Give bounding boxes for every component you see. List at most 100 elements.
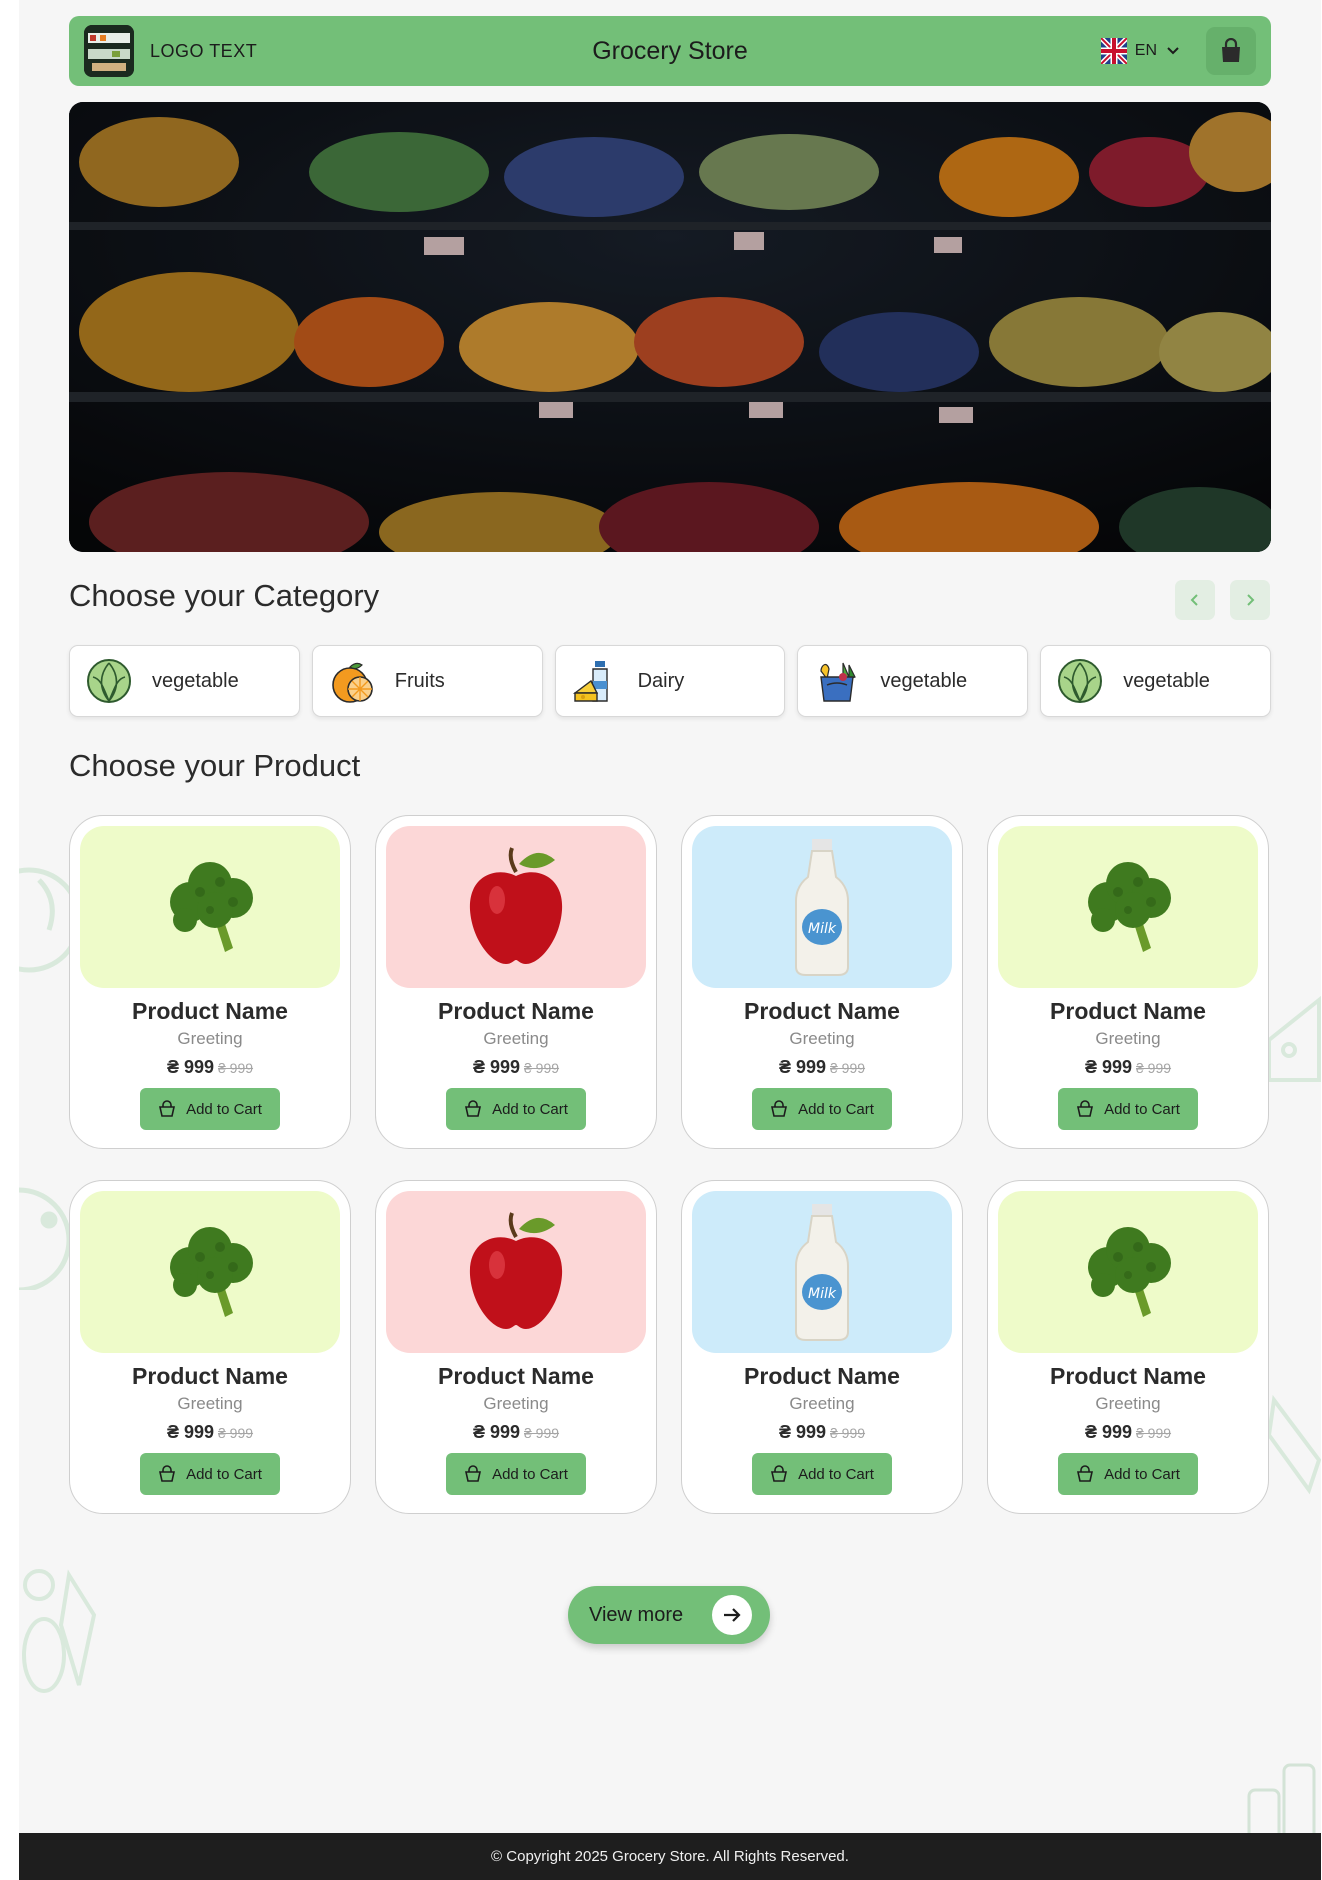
shopping-basket-icon bbox=[771, 1100, 788, 1117]
category-next-button[interactable] bbox=[1230, 580, 1270, 620]
add-to-cart-label: Add to Cart bbox=[798, 1465, 874, 1483]
current-price: ₴ 999 bbox=[472, 1057, 520, 1077]
add-to-cart-button[interactable]: Add to Cart bbox=[140, 1453, 280, 1495]
product-name: Product Name bbox=[132, 998, 288, 1024]
product-subtitle: Greeting bbox=[1095, 1394, 1161, 1413]
category-list: vegetable Fruits Dairy vegetable vegetab… bbox=[69, 645, 1271, 717]
product-name: Product Name bbox=[1050, 1363, 1206, 1389]
category-card-dairy[interactable]: Dairy bbox=[554, 645, 786, 717]
product-grid: Product Name Greeting ₴ 999 ₴ 999 Add to … bbox=[69, 815, 1273, 1514]
product-subtitle: Greeting bbox=[789, 1029, 855, 1048]
broccoli-image[interactable] bbox=[80, 1191, 340, 1353]
copyright-text: © Copyright 2025 Grocery Store. All Righ… bbox=[491, 1848, 849, 1865]
current-price: ₴ 999 bbox=[778, 1422, 826, 1442]
top-navigation-bar: LOGO TEXT Grocery Store EN bbox=[69, 16, 1271, 86]
uk-flag-icon bbox=[1100, 38, 1127, 64]
chevron-right-icon bbox=[1247, 594, 1255, 606]
current-price: ₴ 999 bbox=[166, 1057, 214, 1077]
product-card[interactable]: Product Name Greeting ₴ 999 ₴ 999 Add to … bbox=[987, 815, 1269, 1149]
product-name: Product Name bbox=[438, 1363, 594, 1389]
old-price: ₴ 999 bbox=[830, 1425, 866, 1441]
shopping-basket-icon bbox=[465, 1100, 482, 1117]
category-card-vegetable[interactable]: vegetable bbox=[69, 645, 300, 717]
shopping-basket-icon bbox=[159, 1465, 176, 1482]
product-price: ₴ 999 ₴ 999 bbox=[998, 1057, 1258, 1078]
product-card[interactable]: Product Name Greeting ₴ 999 ₴ 999 Add to … bbox=[69, 815, 351, 1149]
product-name: Product Name bbox=[438, 998, 594, 1024]
old-price: ₴ 999 bbox=[1136, 1425, 1172, 1441]
shopping-basket-icon bbox=[159, 1100, 176, 1117]
footer: © Copyright 2025 Grocery Store. All Righ… bbox=[19, 1833, 1321, 1880]
current-price: ₴ 999 bbox=[472, 1422, 520, 1442]
product-name: Product Name bbox=[744, 1363, 900, 1389]
category-prev-button[interactable] bbox=[1175, 580, 1215, 620]
broccoli-image[interactable] bbox=[80, 826, 340, 988]
current-price: ₴ 999 bbox=[1084, 1057, 1132, 1077]
product-price: ₴ 999 ₴ 999 bbox=[692, 1057, 952, 1078]
category-card-fruits[interactable]: Fruits bbox=[311, 645, 543, 717]
category-card-vegetable[interactable]: vegetable bbox=[797, 645, 1029, 717]
shopping-basket-icon bbox=[1077, 1465, 1094, 1482]
add-to-cart-label: Add to Cart bbox=[492, 1100, 568, 1118]
broccoli-image[interactable] bbox=[998, 826, 1258, 988]
category-card-vegetable[interactable]: vegetable bbox=[1040, 645, 1271, 717]
add-to-cart-button[interactable]: Add to Cart bbox=[1058, 1453, 1198, 1495]
product-subtitle: Greeting bbox=[483, 1394, 549, 1413]
add-to-cart-button[interactable]: Add to Cart bbox=[752, 1088, 892, 1130]
logo-text: LOGO TEXT bbox=[150, 40, 258, 61]
logo-image[interactable] bbox=[84, 25, 134, 77]
old-price: ₴ 999 bbox=[218, 1425, 254, 1441]
add-to-cart-button[interactable]: Add to Cart bbox=[446, 1088, 586, 1130]
orange-icon bbox=[327, 656, 377, 706]
add-to-cart-button[interactable]: Add to Cart bbox=[446, 1453, 586, 1495]
product-subtitle: Greeting bbox=[177, 1394, 243, 1413]
product-name: Product Name bbox=[1050, 998, 1206, 1024]
language-selector[interactable]: EN bbox=[1100, 38, 1181, 64]
milk-bottle-image[interactable]: Milk bbox=[692, 826, 952, 988]
cart-button[interactable] bbox=[1206, 27, 1256, 75]
milk-bottle-image[interactable]: Milk bbox=[692, 1191, 952, 1353]
category-section-title: Choose your Category bbox=[69, 578, 380, 613]
add-to-cart-label: Add to Cart bbox=[1104, 1100, 1180, 1118]
add-to-cart-button[interactable]: Add to Cart bbox=[140, 1088, 280, 1130]
product-subtitle: Greeting bbox=[177, 1029, 243, 1048]
carrot-doodle-decoration bbox=[1269, 1394, 1321, 1495]
add-to-cart-label: Add to Cart bbox=[1104, 1465, 1180, 1483]
product-name: Product Name bbox=[132, 1363, 288, 1389]
current-price: ₴ 999 bbox=[166, 1422, 214, 1442]
category-label: vegetable bbox=[152, 669, 239, 692]
apple-image[interactable] bbox=[386, 1191, 646, 1353]
view-more-label: View more bbox=[589, 1603, 684, 1626]
old-price: ₴ 999 bbox=[218, 1060, 254, 1076]
product-price: ₴ 999 ₴ 999 bbox=[80, 1422, 340, 1443]
add-to-cart-label: Add to Cart bbox=[798, 1100, 874, 1118]
product-price: ₴ 999 ₴ 999 bbox=[998, 1422, 1258, 1443]
add-to-cart-button[interactable]: Add to Cart bbox=[1058, 1088, 1198, 1130]
product-card[interactable]: Milk Product Name Greeting ₴ 999 ₴ 999 Ad… bbox=[681, 1180, 963, 1514]
product-price: ₴ 999 ₴ 999 bbox=[386, 1057, 646, 1078]
apple-image[interactable] bbox=[386, 826, 646, 988]
view-more-button[interactable]: View more bbox=[568, 1586, 770, 1644]
product-card[interactable]: Product Name Greeting ₴ 999 ₴ 999 Add to … bbox=[375, 1180, 657, 1514]
hero-banner-image bbox=[69, 102, 1271, 552]
shopping-basket-icon bbox=[1077, 1100, 1094, 1117]
product-card[interactable]: Product Name Greeting ₴ 999 ₴ 999 Add to … bbox=[987, 1180, 1269, 1514]
product-price: ₴ 999 ₴ 999 bbox=[692, 1422, 952, 1443]
cabbage-icon bbox=[84, 656, 134, 706]
product-name: Product Name bbox=[744, 998, 900, 1024]
add-to-cart-button[interactable]: Add to Cart bbox=[752, 1453, 892, 1495]
old-price: ₴ 999 bbox=[524, 1060, 560, 1076]
product-card[interactable]: Product Name Greeting ₴ 999 ₴ 999 Add to … bbox=[375, 815, 657, 1149]
svg-text:Milk: Milk bbox=[808, 1286, 837, 1302]
product-card[interactable]: Product Name Greeting ₴ 999 ₴ 999 Add to … bbox=[69, 1180, 351, 1514]
carrot-doodle-decoration bbox=[22, 1569, 97, 1693]
broccoli-image[interactable] bbox=[998, 1191, 1258, 1353]
shopping-basket-icon bbox=[465, 1465, 482, 1482]
product-card[interactable]: Milk Product Name Greeting ₴ 999 ₴ 999 Ad… bbox=[681, 815, 963, 1149]
svg-text:Milk: Milk bbox=[808, 921, 837, 937]
chevron-down-icon bbox=[1167, 47, 1179, 55]
shopping-bag-icon bbox=[1222, 38, 1240, 62]
milk-cheese-icon bbox=[570, 656, 620, 706]
add-to-cart-label: Add to Cart bbox=[186, 1100, 262, 1118]
cabbage-icon bbox=[1055, 656, 1105, 706]
